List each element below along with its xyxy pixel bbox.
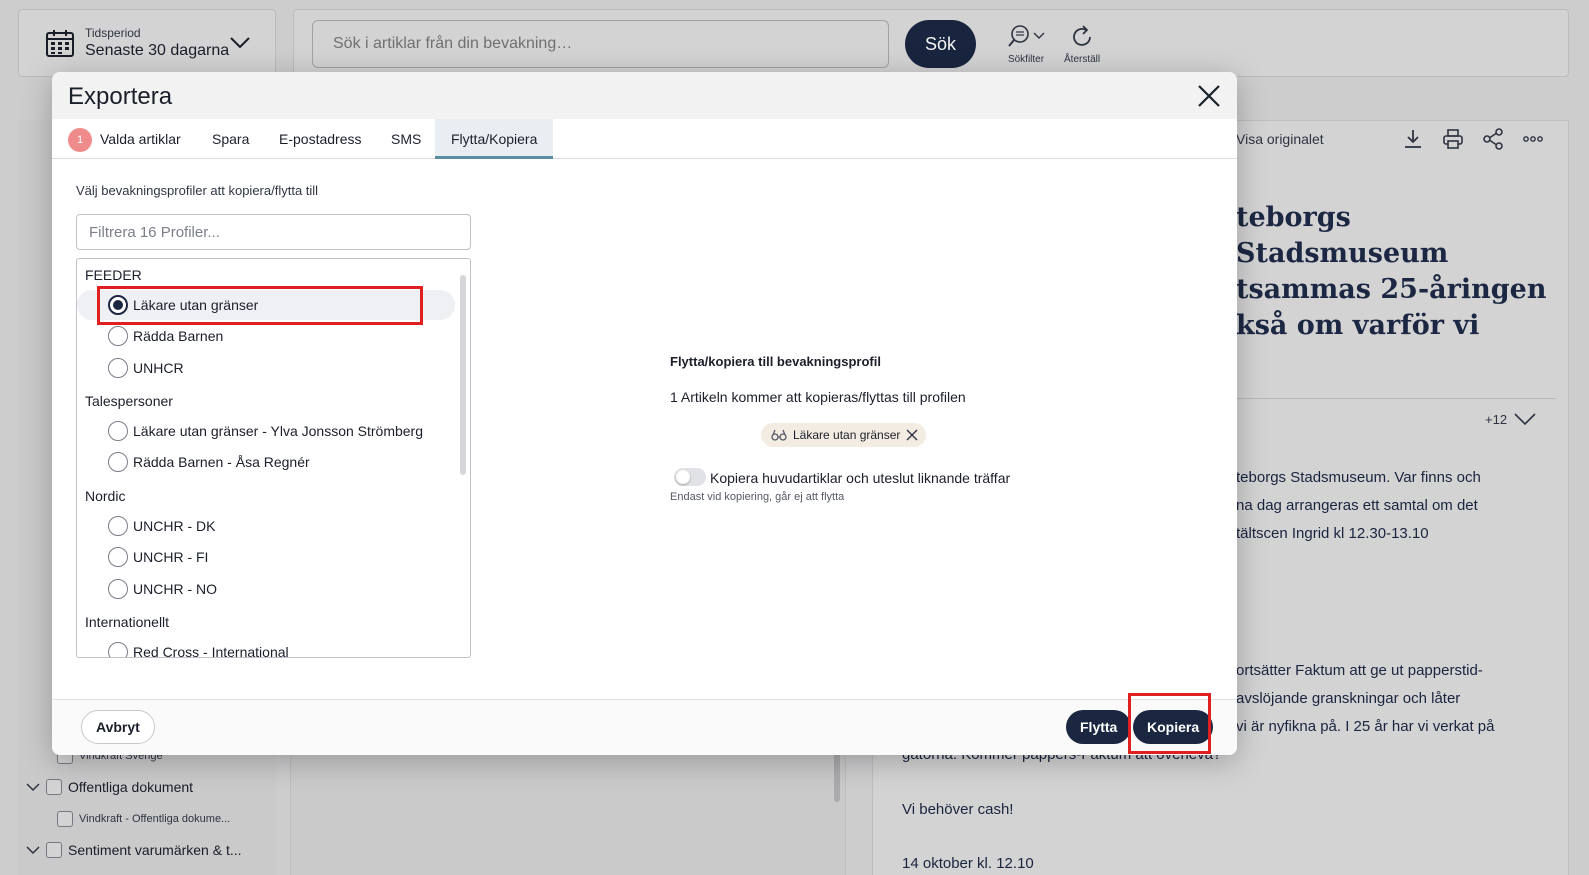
profile-option[interactable]: UNCHR - NO (77, 574, 455, 604)
profile-filter-input[interactable] (76, 214, 471, 250)
dialog-header: Exportera (52, 72, 1237, 119)
radio[interactable] (108, 358, 128, 378)
profile-label: UNCHR - NO (133, 581, 217, 597)
list-scrollbar[interactable] (460, 275, 466, 475)
profile-label: UNCHR - FI (133, 549, 209, 565)
export-dialog: Exportera 1 Valda artiklar Spara E-postad… (52, 72, 1237, 755)
group-label-nordic: Nordic (85, 488, 126, 504)
tab-selected-articles[interactable]: 1 Valda artiklar (68, 119, 181, 159)
tab-label: SMS (391, 131, 422, 147)
move-button[interactable]: Flytta (1066, 710, 1132, 744)
dialog-title: Exportera (68, 83, 173, 110)
export-tabs: 1 Valda artiklar Spara E-postadress SMS F… (52, 119, 1237, 159)
toggle-label: Kopiera huvudartiklar och uteslut liknan… (710, 470, 1011, 486)
choose-profiles-label: Välj bevakningsprofiler att kopiera/flyt… (76, 183, 319, 198)
radio[interactable] (108, 547, 128, 567)
profile-option[interactable]: Red Cross - International (77, 637, 455, 658)
tab-label: Valda artiklar (100, 131, 181, 147)
cancel-button[interactable]: Avbryt (81, 710, 155, 744)
highlight-annotation (97, 286, 423, 325)
tab-save[interactable]: Spara (212, 119, 249, 159)
profile-label: Läkare utan gränser - Ylva Jonsson Ström… (133, 423, 424, 439)
close-icon[interactable] (1197, 84, 1221, 108)
toggle-hint: Endast vid kopiering, går ej att flytta (670, 491, 845, 503)
tab-label: Flytta/Kopiera (451, 131, 538, 147)
tab-label: E-postadress (279, 131, 362, 147)
group-label-feeder: FEEDER (85, 267, 142, 283)
chip-label: Läkare utan gränser (793, 428, 901, 442)
profile-option[interactable]: Rädda Barnen - Åsa Regnér (77, 447, 455, 477)
profile-label: UNHCR (133, 360, 184, 376)
highlight-annotation (1128, 693, 1211, 754)
count-badge: 1 (68, 128, 92, 153)
selected-profile-chip: Läkare utan gränser (761, 423, 927, 447)
dialog-footer: Avbryt Flytta Kopiera (52, 699, 1237, 755)
radio[interactable] (108, 579, 128, 599)
profile-option[interactable]: Rädda Barnen (77, 321, 455, 351)
group-label-spokespersons: Talespersoner (85, 393, 173, 409)
tab-move-copy[interactable]: Flytta/Kopiera (435, 119, 554, 159)
radio[interactable] (108, 642, 128, 657)
profile-label: Red Cross - International (133, 644, 289, 658)
profile-option[interactable]: UNHCR (77, 353, 455, 383)
tab-sms[interactable]: SMS (391, 119, 421, 159)
profile-option[interactable]: UNCHR - DK (77, 511, 455, 541)
move-copy-title: Flytta/kopiera till bevakningsprofil (670, 354, 881, 369)
profile-label: Rädda Barnen (133, 328, 224, 344)
radio[interactable] (108, 516, 128, 536)
profile-label: Rädda Barnen - Åsa Regnér (133, 454, 310, 470)
profile-option[interactable]: Läkare utan gränser - Ylva Jonsson Ström… (77, 416, 455, 446)
move-copy-description: 1 Artikeln kommer att kopieras/flyttas t… (670, 389, 966, 405)
radio[interactable] (108, 326, 128, 346)
tab-label: Spara (212, 131, 250, 147)
close-icon[interactable] (906, 429, 918, 441)
profile-label: UNCHR - DK (133, 518, 216, 534)
tab-email[interactable]: E-postadress (279, 119, 361, 159)
radio[interactable] (108, 421, 128, 441)
group-label-international: Internationellt (85, 614, 170, 630)
profile-option[interactable]: UNCHR - FI (77, 542, 455, 572)
radio[interactable] (108, 452, 128, 472)
binoculars-icon (771, 429, 787, 441)
copy-main-articles-toggle[interactable] (674, 468, 706, 486)
